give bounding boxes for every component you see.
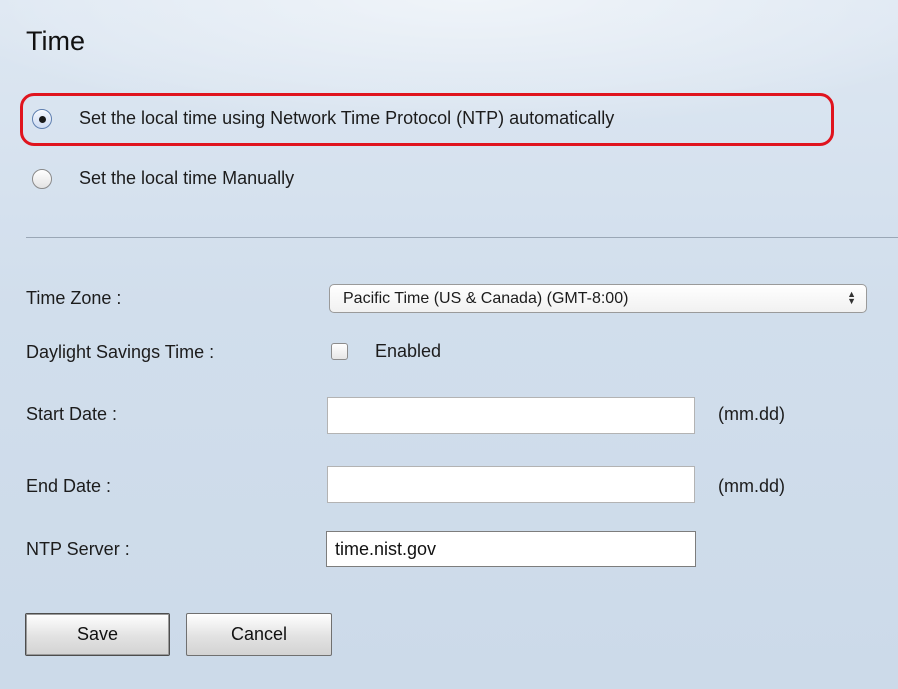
end-date-unit: (mm.dd) <box>718 476 785 496</box>
section-divider <box>26 237 898 238</box>
dst-enabled-label: Enabled <box>375 341 442 361</box>
radio-label-ntp: Set the local time using Network Time Pr… <box>79 108 615 128</box>
save-button[interactable]: Save <box>25 613 170 656</box>
page-title: Time <box>26 26 85 56</box>
radio-button-ntp[interactable] <box>32 108 52 129</box>
radio-label-manual: Set the local time Manually <box>79 168 295 188</box>
select-updown-icon: ▲ ▼ <box>847 289 856 306</box>
radio-ntp-automatic[interactable]: Set the local time using Network Time Pr… <box>32 108 614 129</box>
radio-button-manual[interactable] <box>32 168 52 189</box>
end-date-input[interactable] <box>327 466 695 503</box>
time-zone-selected-value: Pacific Time (US & Canada) (GMT-8:00) <box>343 289 629 307</box>
ntp-server-label: NTP Server : <box>26 539 130 559</box>
cancel-button[interactable]: Cancel <box>186 613 332 656</box>
radio-manual[interactable]: Set the local time Manually <box>32 168 294 189</box>
dst-label: Daylight Savings Time : <box>26 342 215 362</box>
start-date-unit: (mm.dd) <box>718 404 785 424</box>
end-date-label: End Date : <box>26 476 112 496</box>
time-zone-select[interactable]: Pacific Time (US & Canada) (GMT-8:00) ▲ ▼ <box>329 284 867 313</box>
start-date-input[interactable] <box>327 397 695 434</box>
ntp-server-input[interactable] <box>326 531 696 567</box>
start-date-label: Start Date : <box>26 404 118 424</box>
dst-enabled-checkbox[interactable] <box>331 343 348 360</box>
time-settings-page: Time Set the local time using Network Ti… <box>0 0 898 689</box>
time-zone-label: Time Zone : <box>26 288 122 308</box>
